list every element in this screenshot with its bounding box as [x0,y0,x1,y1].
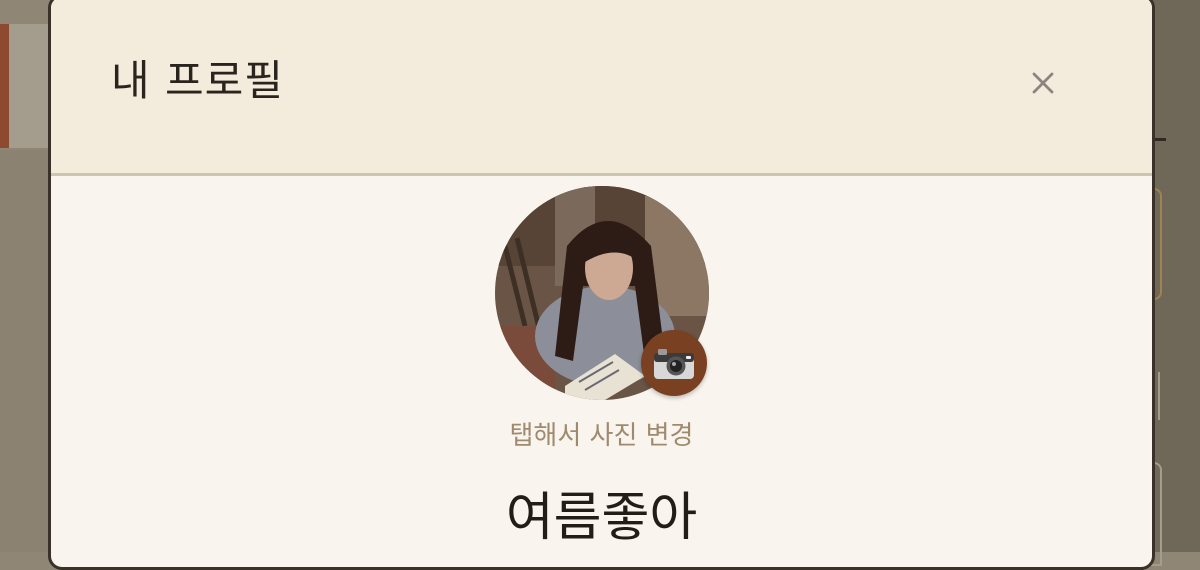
background-divider [1158,372,1168,420]
camera-icon [654,349,694,379]
background-accent-bar [0,24,9,148]
close-icon [1032,72,1054,94]
avatar-container [495,186,709,400]
background-panel-lower [0,150,50,552]
profile-modal: 내 프로필 탭해서 사진 변경 여름좋아 [48,0,1155,570]
change-photo-hint[interactable]: 탭해서 사진 변경 [51,415,1152,452]
profile-nickname[interactable]: 여름좋아 [51,475,1152,550]
change-photo-button[interactable] [641,330,707,396]
close-button[interactable] [1023,63,1063,103]
modal-header: 내 프로필 [51,0,1152,176]
modal-title: 내 프로필 [111,56,284,105]
